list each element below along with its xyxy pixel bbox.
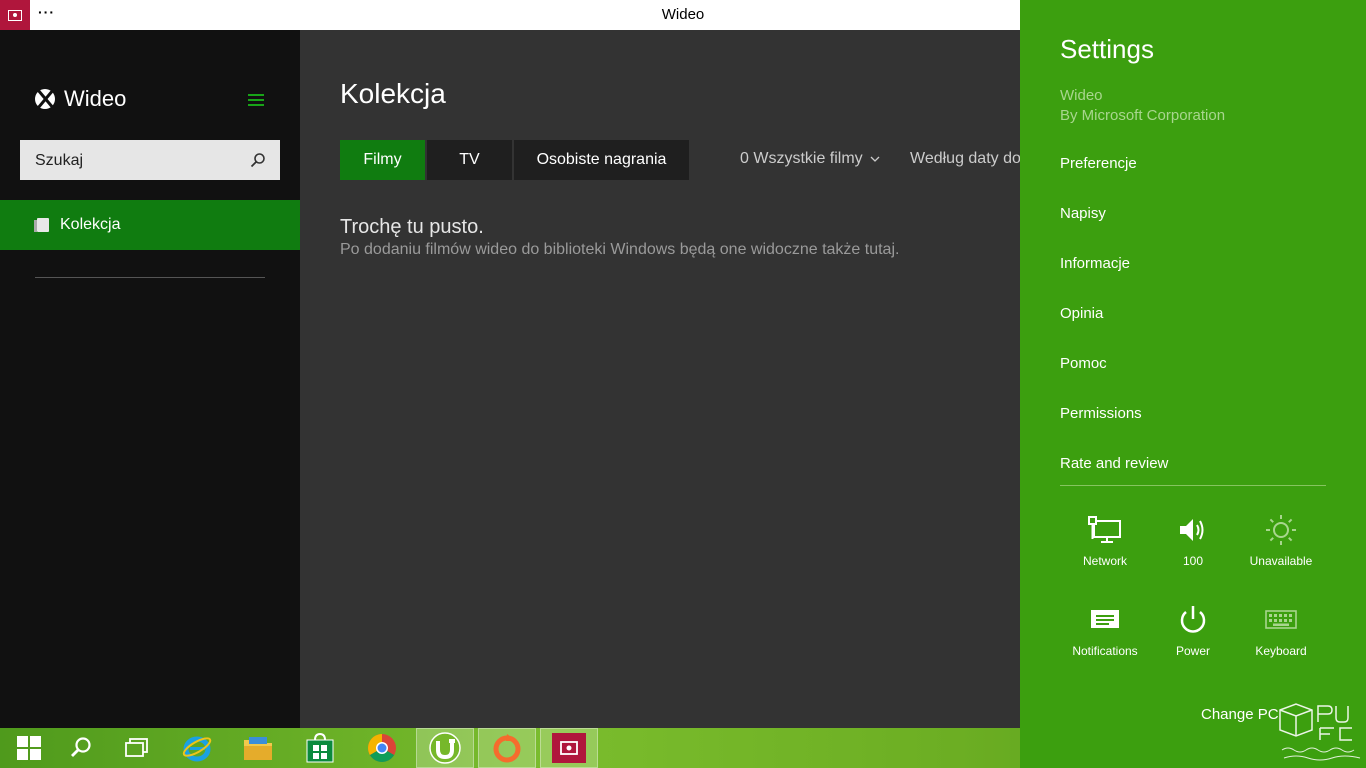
notifications-icon xyxy=(1091,610,1119,628)
utorrent-icon[interactable] xyxy=(416,728,474,768)
network-button[interactable]: Network xyxy=(1061,510,1149,568)
collection-icon xyxy=(34,218,49,232)
start-icon[interactable] xyxy=(0,728,58,768)
charm-item-permissions[interactable]: Permissions xyxy=(1060,405,1142,422)
main-content: Kolekcja Filmy TV Osobiste nagrania 0 Ws… xyxy=(300,30,1020,728)
charm-app-name: Wideo xyxy=(1060,87,1103,104)
brightness-label: Unavailable xyxy=(1249,554,1313,568)
notifications-button[interactable]: Notifications xyxy=(1061,600,1149,658)
xbox-logo-icon xyxy=(35,89,55,109)
charm-item-informacje[interactable]: Informacje xyxy=(1060,255,1130,272)
keyboard-icon xyxy=(1265,610,1297,629)
filter-dropdown[interactable]: 0 Wszystkie filmy xyxy=(740,150,880,168)
chevron-down-icon xyxy=(870,156,880,162)
filter-label: 0 Wszystkie filmy xyxy=(740,150,863,167)
origin-icon[interactable] xyxy=(478,728,536,768)
charm-item-pomoc[interactable]: Pomoc xyxy=(1060,355,1107,372)
file-explorer-icon[interactable] xyxy=(229,728,287,768)
volume-icon xyxy=(1180,519,1204,541)
network-label: Network xyxy=(1082,554,1127,568)
hamburger-menu-icon[interactable] xyxy=(248,94,264,106)
page-title: Kolekcja xyxy=(340,78,446,109)
search-icon[interactable] xyxy=(250,152,266,168)
chrome-icon[interactable] xyxy=(353,728,411,768)
empty-state-description: Po dodaniu filmów wideo do biblioteki Wi… xyxy=(340,241,900,258)
tab-filmy[interactable]: Filmy xyxy=(340,140,425,180)
charm-item-rate-and-review[interactable]: Rate and review xyxy=(1060,455,1168,472)
charm-item-opinia[interactable]: Opinia xyxy=(1060,305,1103,322)
sidebar-item-label: Kolekcja xyxy=(60,216,121,233)
task-view-icon[interactable] xyxy=(108,728,166,768)
charm-app-publisher: By Microsoft Corporation xyxy=(1060,107,1226,124)
settings-charm: Settings Wideo By Microsoft Corporation … xyxy=(1020,0,1366,768)
network-icon xyxy=(1088,516,1121,543)
brightness-button[interactable]: Unavailable xyxy=(1237,510,1325,568)
sidebar: Wideo Kolekcja xyxy=(0,30,300,728)
charm-title: Settings xyxy=(1060,34,1154,64)
power-icon xyxy=(1180,606,1206,633)
keyboard-button[interactable]: Keyboard xyxy=(1237,600,1325,658)
purepc-watermark-logo xyxy=(1279,703,1361,761)
app-brand: Wideo xyxy=(35,86,126,112)
power-button[interactable]: Power xyxy=(1149,600,1237,658)
change-pc-settings-link[interactable]: Change PC xyxy=(1201,706,1279,723)
app-name: Wideo xyxy=(64,86,127,111)
search-input[interactable] xyxy=(20,140,257,182)
brightness-icon xyxy=(1266,515,1296,545)
tab-bar: Filmy TV Osobiste nagrania xyxy=(340,140,691,180)
search-box xyxy=(20,140,280,182)
sidebar-divider xyxy=(35,277,265,278)
sidebar-item-kolekcja[interactable]: Kolekcja xyxy=(0,200,300,250)
tab-osobiste-nagrania[interactable]: Osobiste nagrania xyxy=(514,140,689,180)
store-icon[interactable] xyxy=(291,728,349,768)
search-icon[interactable] xyxy=(52,728,110,768)
tab-tv[interactable]: TV xyxy=(427,140,512,180)
empty-state-title: Trochę tu pusto. xyxy=(340,216,484,238)
volume-label: 100 xyxy=(1182,554,1204,568)
internet-explorer-icon[interactable] xyxy=(168,728,226,768)
notifications-label: Notifications xyxy=(1072,644,1138,658)
power-label: Power xyxy=(1175,644,1210,658)
keyboard-label: Keyboard xyxy=(1255,644,1307,658)
volume-button[interactable]: 100 xyxy=(1149,510,1237,568)
charm-divider xyxy=(1060,485,1326,486)
sort-dropdown[interactable]: Według daty do xyxy=(910,150,1020,168)
charm-item-napisy[interactable]: Napisy xyxy=(1060,205,1106,222)
charm-item-preferencje[interactable]: Preferencje xyxy=(1060,155,1137,172)
video-app-taskbar-icon[interactable] xyxy=(540,728,598,768)
charm-app-info: Wideo By Microsoft Corporation xyxy=(1060,86,1225,126)
